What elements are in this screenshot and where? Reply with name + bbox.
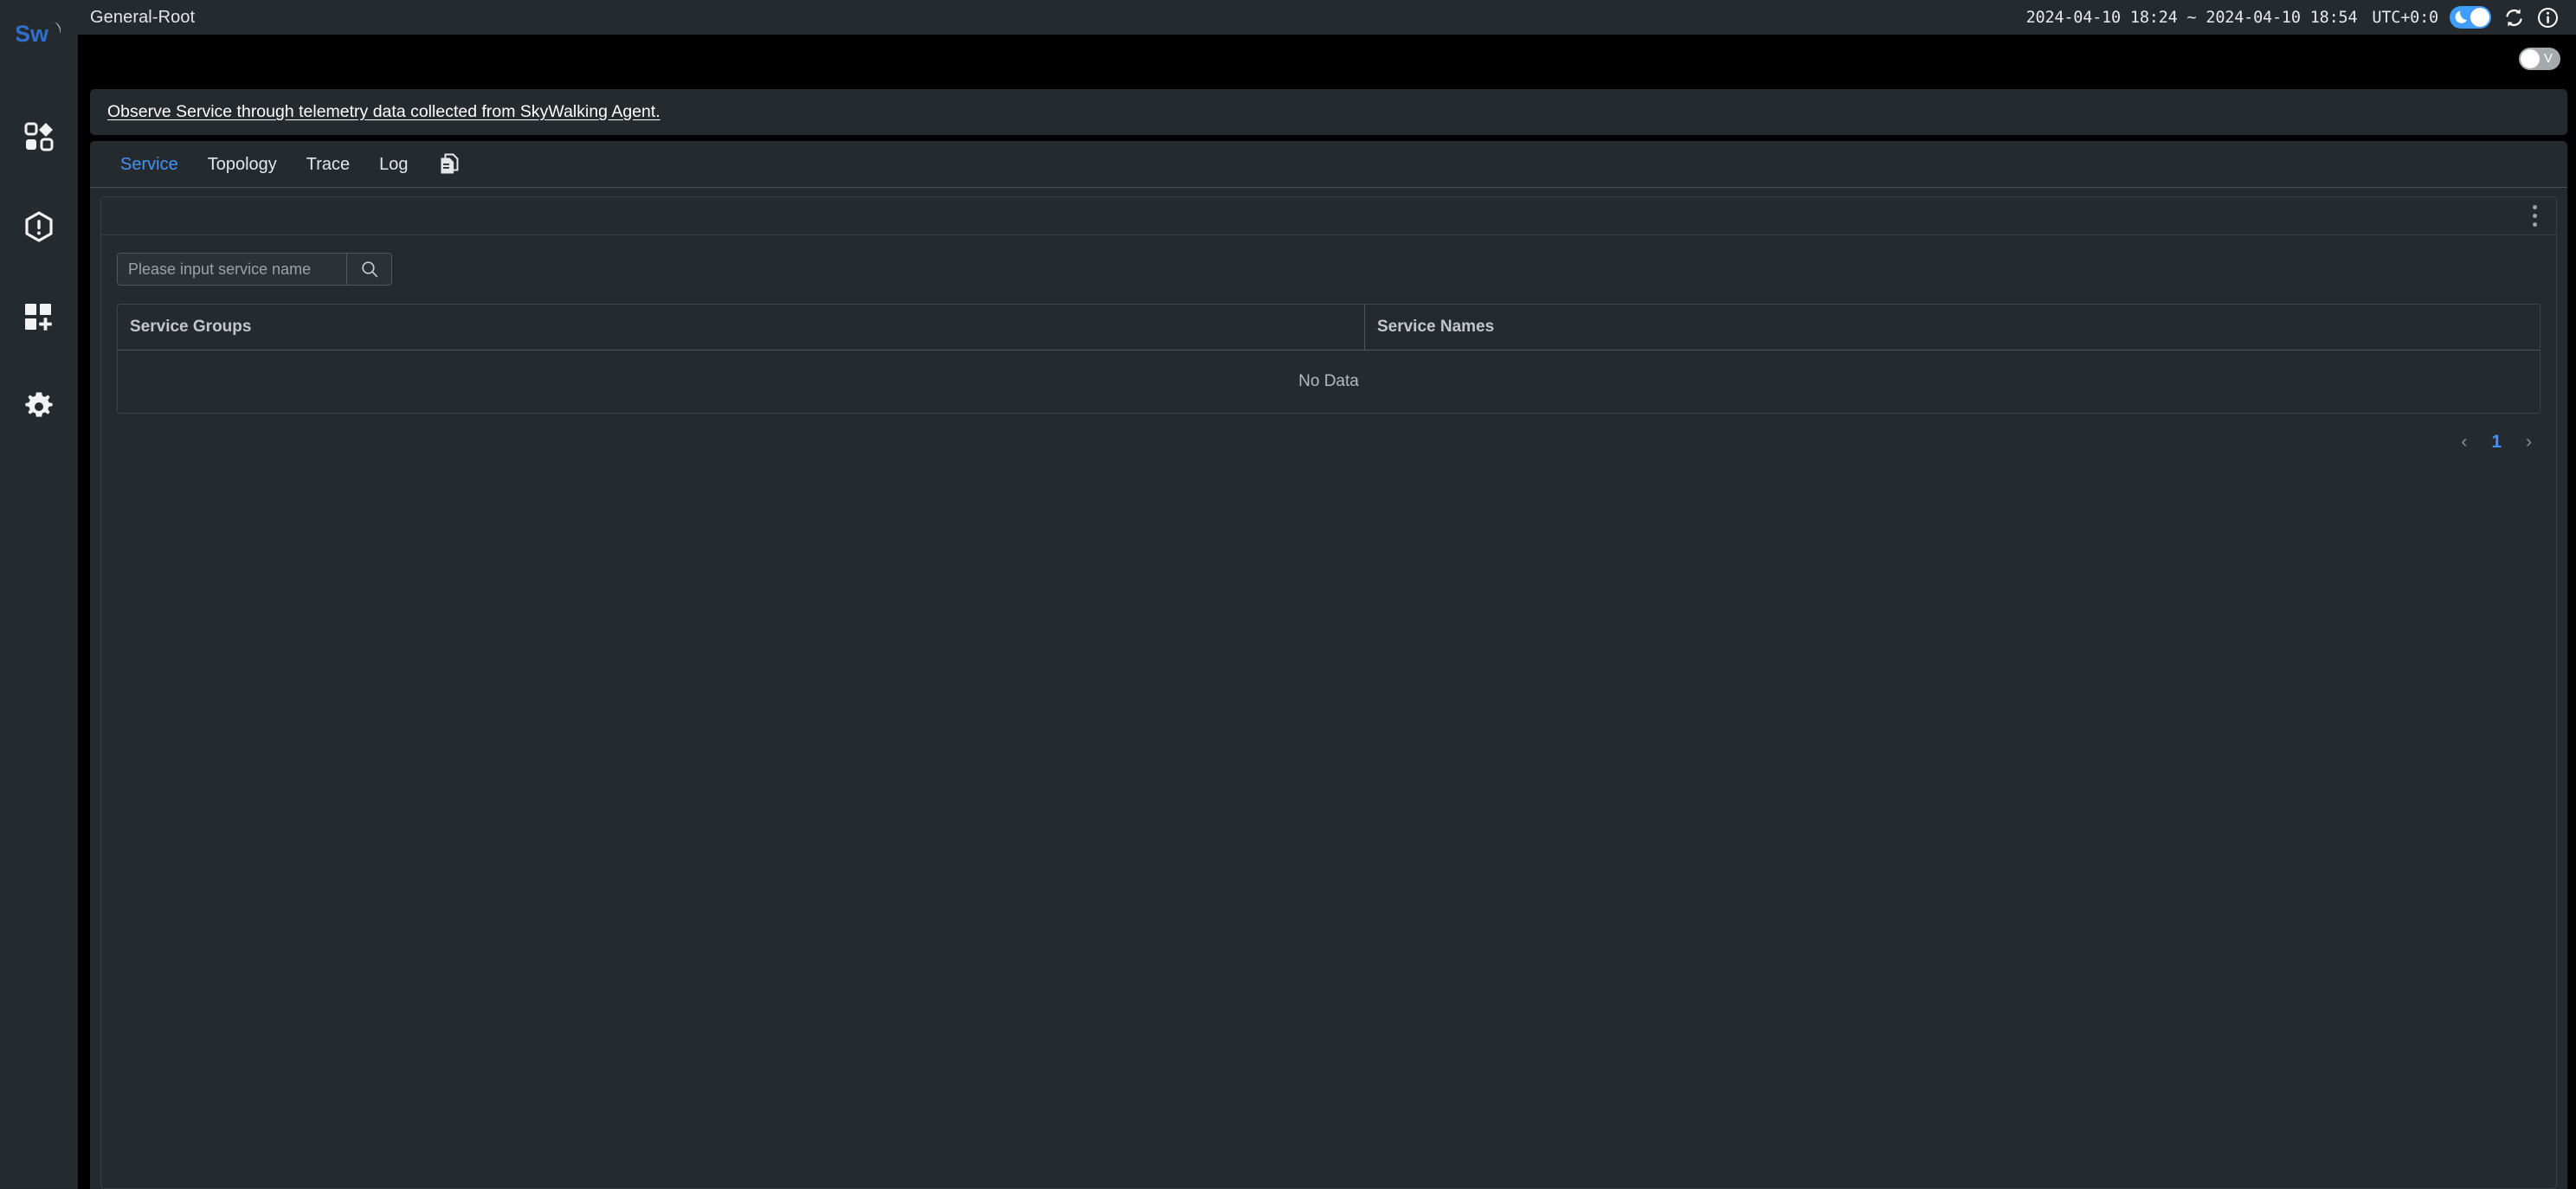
content-region: Observe Service through telemetry data c… bbox=[78, 82, 2576, 1189]
tab-bar: Service Topology Trace Log bbox=[90, 141, 2567, 188]
dot bbox=[2532, 205, 2537, 209]
header-controls: 2024-04-10 18:24 ~ 2024-04-10 18:54 UTC+… bbox=[2026, 6, 2564, 29]
column-header-service-groups[interactable]: Service Groups bbox=[118, 305, 1365, 350]
svg-text:Sw: Sw bbox=[16, 21, 49, 47]
service-list-widget: Service Groups Service Names No Data ‹ 1… bbox=[100, 196, 2557, 1189]
sidebar-item-dashboard[interactable] bbox=[0, 92, 78, 182]
copy-dashboard-button[interactable] bbox=[423, 141, 476, 187]
sidebar: Sw bbox=[0, 0, 78, 1189]
top-header-bar: General-Root 2024-04-10 18:24 ~ 2024-04-… bbox=[78, 0, 2576, 35]
skywalking-logo-icon: Sw bbox=[16, 21, 61, 47]
tab-log[interactable]: Log bbox=[364, 141, 422, 187]
view-mode-toggle[interactable]: V bbox=[2519, 47, 2560, 70]
tab-topology[interactable]: Topology bbox=[193, 141, 292, 187]
search-input[interactable] bbox=[118, 254, 346, 285]
pagination: ‹ 1 › bbox=[117, 414, 2541, 451]
view-toggle-knob bbox=[2521, 48, 2540, 68]
dark-mode-toggle[interactable] bbox=[2450, 6, 2491, 29]
search-row bbox=[117, 253, 2541, 286]
tab-service[interactable]: Service bbox=[106, 141, 193, 187]
time-range-picker[interactable]: 2024-04-10 18:24 ~ 2024-04-10 18:54 bbox=[2026, 9, 2358, 27]
sidebar-item-alerts[interactable] bbox=[0, 182, 78, 272]
sidebar-item-settings[interactable] bbox=[0, 362, 78, 452]
sidebar-item-new-dashboard[interactable] bbox=[0, 272, 78, 362]
pagination-page-1[interactable]: 1 bbox=[2486, 433, 2507, 451]
info-icon bbox=[2537, 7, 2558, 28]
table-empty-state: No Data bbox=[1298, 372, 1359, 390]
widget-header bbox=[101, 197, 2556, 235]
dashboard-card: Service Topology Trace Log Please input … bbox=[90, 141, 2567, 1189]
widget-body: Service Groups Service Names No Data ‹ 1… bbox=[101, 235, 2556, 1188]
search-icon bbox=[361, 261, 377, 278]
add-grid-icon bbox=[25, 304, 52, 331]
sidebar-nav bbox=[0, 67, 78, 452]
app-root: Sw General-Root 2024-04-10 18:24 ~ 2024-… bbox=[0, 0, 2576, 1189]
view-toggle-label: V bbox=[2543, 51, 2553, 66]
view-mode-bar: V bbox=[78, 35, 2576, 82]
alert-hexagon-icon bbox=[25, 211, 53, 242]
app-logo[interactable]: Sw bbox=[0, 0, 78, 67]
pagination-next-button[interactable]: › bbox=[2522, 433, 2535, 451]
column-header-service-names[interactable]: Service Names bbox=[1365, 305, 2540, 350]
banner-link[interactable]: Observe Service through telemetry data c… bbox=[107, 102, 660, 122]
search-group bbox=[117, 253, 392, 286]
service-table: Service Groups Service Names No Data bbox=[117, 304, 2541, 414]
table-header-row: Service Groups Service Names bbox=[118, 305, 2540, 350]
timezone-label[interactable]: UTC+0:0 bbox=[2372, 9, 2438, 27]
main-column: General-Root 2024-04-10 18:24 ~ 2024-04-… bbox=[78, 0, 2576, 1189]
dashboard-grid-icon bbox=[24, 122, 54, 151]
refresh-button[interactable] bbox=[2502, 6, 2525, 29]
dot bbox=[2532, 222, 2537, 227]
tab-trace[interactable]: Trace bbox=[292, 141, 364, 187]
page-title: General-Root bbox=[90, 7, 196, 27]
copy-documents-icon bbox=[441, 153, 459, 174]
pagination-prev-button[interactable]: ‹ bbox=[2457, 433, 2470, 451]
toggle-knob bbox=[2470, 8, 2489, 27]
refresh-icon bbox=[2505, 8, 2522, 27]
info-button[interactable] bbox=[2536, 6, 2559, 29]
search-button[interactable] bbox=[346, 254, 391, 285]
gear-icon bbox=[25, 392, 53, 417]
tab-panel-service: Service Groups Service Names No Data ‹ 1… bbox=[90, 188, 2567, 1189]
dot bbox=[2532, 214, 2537, 218]
widget-menu-button[interactable] bbox=[2525, 203, 2544, 229]
moon-icon bbox=[2455, 10, 2467, 23]
description-banner: Observe Service through telemetry data c… bbox=[90, 89, 2567, 135]
